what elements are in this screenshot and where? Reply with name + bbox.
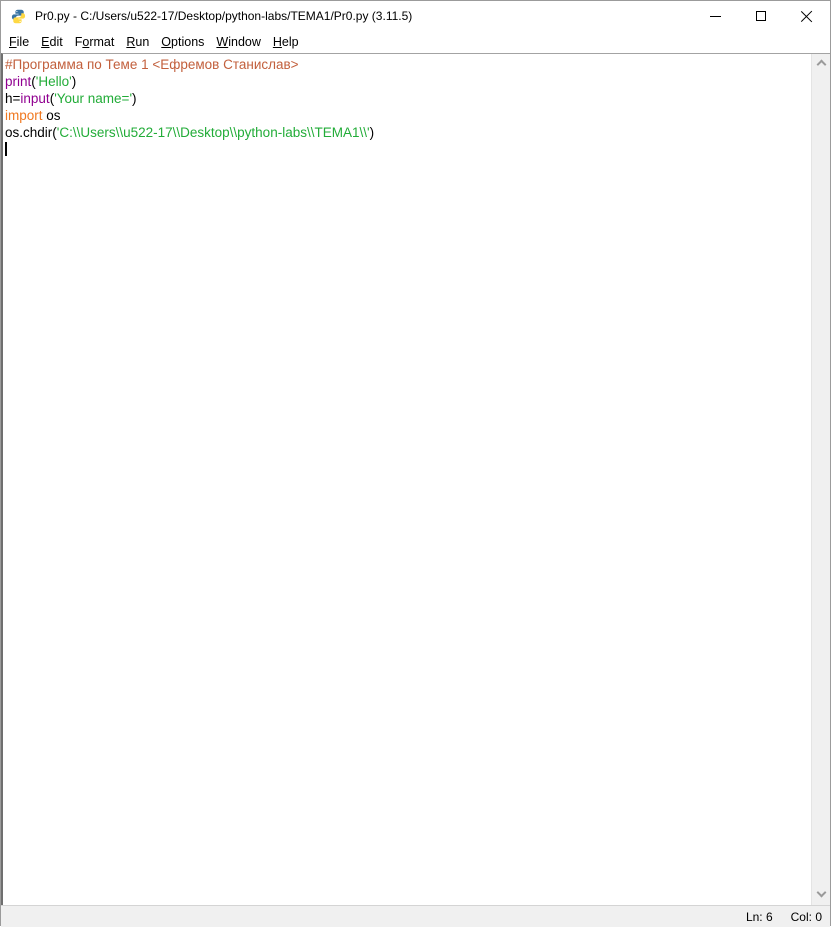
window-title: Pr0.py - C:/Users/u522-17/Desktop/python… <box>35 9 692 23</box>
status-bar: Ln: 6 Col: 0 <box>1 905 830 927</box>
python-file-icon <box>10 8 27 25</box>
scroll-up-icon[interactable] <box>816 60 826 70</box>
close-button[interactable] <box>784 1 830 31</box>
code-token-string: 'C:\\Users\\u522-17\\Desktop\\python-lab… <box>57 125 370 140</box>
code-token-plain: ) <box>132 91 137 106</box>
code-line: h=input('Your name=') <box>5 90 811 107</box>
code-token-plain: ) <box>370 125 375 140</box>
close-icon <box>801 10 813 22</box>
code-line: import os <box>5 107 811 124</box>
menu-item-window[interactable]: Window <box>210 32 266 52</box>
maximize-icon <box>756 11 766 21</box>
menu-item-run[interactable]: Run <box>120 32 155 52</box>
code-token-plain: h= <box>5 91 20 106</box>
text-editor[interactable]: #Программа по Теме 1 <Ефремов Станислав>… <box>3 54 811 905</box>
column-indicator: Col: 0 <box>791 910 822 924</box>
menu-item-options[interactable]: Options <box>155 32 210 52</box>
code-token-builtin: input <box>20 91 49 106</box>
code-line <box>5 141 811 158</box>
text-caret <box>5 142 7 156</box>
menu-item-format[interactable]: Format <box>69 32 121 52</box>
code-token-comment: #Программа по Теме 1 <Ефремов Станислав> <box>5 57 299 72</box>
idle-editor-window: { "window": { "title": "Pr0.py - C:/User… <box>0 0 831 926</box>
line-indicator: Ln: 6 <box>746 910 773 924</box>
code-token-string: 'Hello' <box>36 74 72 89</box>
maximize-button[interactable] <box>738 1 784 31</box>
menu-item-file[interactable]: File <box>3 32 35 52</box>
menu-item-edit[interactable]: Edit <box>35 32 69 52</box>
window-controls <box>692 1 830 31</box>
minimize-button[interactable] <box>692 1 738 31</box>
code-token-plain: os <box>43 108 61 123</box>
code-token-string: 'Your name=' <box>54 91 132 106</box>
code-content: #Программа по Теме 1 <Ефремов Станислав>… <box>3 54 811 158</box>
code-line: print('Hello') <box>5 73 811 90</box>
code-token-keyword: import <box>5 108 43 123</box>
code-token-plain: ) <box>72 74 77 89</box>
minimize-icon <box>710 16 721 17</box>
code-token-plain: os.chdir( <box>5 125 57 140</box>
vertical-scrollbar[interactable] <box>811 54 830 905</box>
menu-item-help[interactable]: Help <box>267 32 305 52</box>
title-bar[interactable]: Pr0.py - C:/Users/u522-17/Desktop/python… <box>1 1 830 31</box>
editor-area: #Программа по Теме 1 <Ефремов Станислав>… <box>1 53 830 905</box>
code-token-builtin: print <box>5 74 31 89</box>
menu-bar: FileEditFormatRunOptionsWindowHelp <box>1 31 830 53</box>
scroll-down-icon[interactable] <box>816 888 826 898</box>
code-line: #Программа по Теме 1 <Ефремов Станислав> <box>5 56 811 73</box>
code-line: os.chdir('C:\\Users\\u522-17\\Desktop\\p… <box>5 124 811 141</box>
